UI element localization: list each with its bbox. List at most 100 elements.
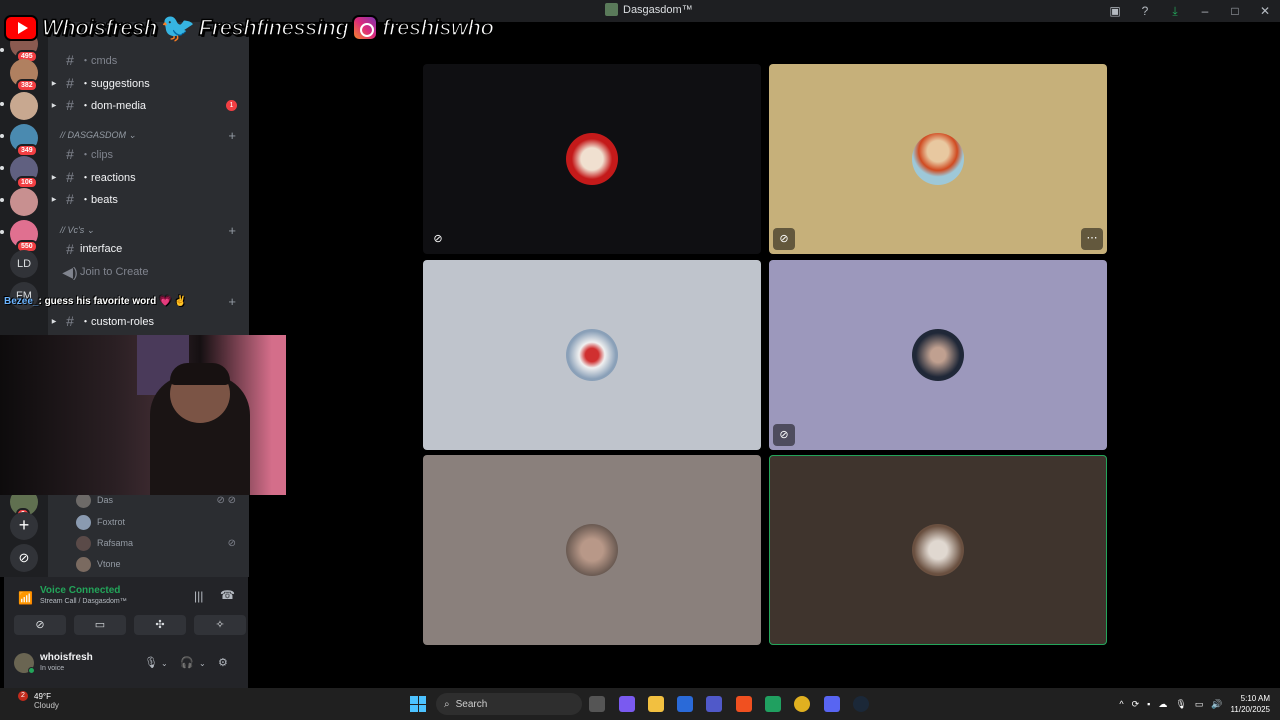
notification-badge: 2	[18, 691, 28, 701]
participant-tile-speaking[interactable]	[769, 455, 1107, 645]
search-icon: ⌕	[444, 698, 450, 710]
youtube-handle: Whoisfresh	[41, 14, 158, 41]
channel-name: interface	[80, 243, 123, 255]
voice-user[interactable]: Vtone	[76, 554, 246, 574]
activities-button[interactable]: ✣	[134, 615, 186, 635]
chevron-up-icon[interactable]: ^	[1119, 699, 1123, 709]
steam-icon[interactable]	[853, 696, 869, 712]
channel-name: Join to Create	[80, 266, 149, 278]
download-icon[interactable]: ⤓	[1160, 4, 1190, 19]
add-channel-icon[interactable]: +	[228, 223, 236, 238]
headphones-icon[interactable]: 🎧	[180, 656, 194, 669]
windows-taskbar: 2 49°F Cloudy ⌕ Search ^ ⟳ ▪ ☁ 🎙 ▭ 🔊 5:1…	[0, 688, 1280, 720]
add-channel-icon[interactable]: +	[228, 128, 236, 143]
channel-cmds[interactable]: # ・cmds	[48, 49, 249, 71]
chrome-icon[interactable]	[794, 696, 810, 712]
participant-tile[interactable]	[423, 260, 761, 450]
chat-username: Bezee_	[4, 296, 39, 307]
close-button[interactable]: ✕	[1250, 4, 1280, 18]
server-icon[interactable]: 382	[10, 59, 38, 92]
screen-share-button[interactable]: ▭	[74, 615, 126, 635]
server-icon[interactable]	[10, 92, 38, 120]
avatar	[76, 514, 91, 530]
inbox-icon[interactable]: ▣	[1100, 4, 1130, 18]
weather-widget[interactable]: 2 49°F Cloudy	[12, 691, 59, 710]
hash-icon: #	[66, 97, 74, 113]
server-badge: 382	[16, 79, 38, 92]
taskbar-search[interactable]: ⌕ Search	[436, 693, 582, 715]
channel-clips[interactable]: # ・clips	[48, 143, 249, 165]
help-icon[interactable]: ?	[1130, 4, 1160, 18]
file-explorer-icon[interactable]	[648, 696, 664, 712]
teams-icon[interactable]	[706, 696, 722, 712]
server-icon[interactable]: 550	[10, 220, 38, 253]
microphone-icon[interactable]: 🎙	[144, 656, 158, 669]
voice-channel-name[interactable]: Stream Call / Dasgasdom™	[40, 598, 127, 605]
participant-avatar	[912, 133, 964, 185]
voice-status[interactable]: Voice Connected	[40, 585, 120, 596]
category-dasgasdom[interactable]: // DASGASDOM ⌄ +	[60, 126, 240, 144]
add-channel-icon[interactable]: +	[228, 294, 236, 309]
discover-compass-icon[interactable]: ⊘	[10, 544, 38, 572]
task-view-icon[interactable]	[589, 696, 605, 712]
server-icon[interactable]: 349	[10, 124, 38, 157]
participant-tile[interactable]	[423, 455, 761, 645]
avatar	[76, 535, 91, 551]
signal-icon[interactable]: 📶	[18, 591, 33, 605]
channel-name: ・custom-roles	[80, 316, 154, 328]
network-icon[interactable]: ▭	[1195, 699, 1204, 710]
server-icon[interactable]	[10, 188, 38, 216]
settings-gear-icon[interactable]: ⚙	[218, 656, 228, 669]
voice-user[interactable]: Rafsama ⊘	[76, 533, 246, 553]
system-tray: ^ ⟳ ▪ ☁ 🎙 ▭ 🔊 5:10 AM 11/20/2025	[1119, 688, 1280, 720]
discord-icon[interactable]	[824, 696, 840, 712]
window-title-text: Dasgasdom™	[623, 3, 693, 16]
participant-tile[interactable]: ⊘	[769, 260, 1107, 450]
participant-tile[interactable]: ⊘	[423, 64, 761, 254]
channel-beats[interactable]: ▶ # ・beats	[48, 188, 249, 210]
channel-custom-roles[interactable]: ▶ # ・custom-roles	[48, 310, 249, 332]
chevron-down-icon[interactable]: ⌄	[199, 659, 206, 668]
clock[interactable]: 5:10 AM 11/20/2025	[1231, 693, 1270, 715]
channel-name: ・suggestions	[80, 78, 150, 90]
soundboard-button[interactable]: ✧	[194, 615, 246, 635]
channel-dom-media[interactable]: ▶ # ・dom-media 1	[48, 94, 249, 116]
voice-user-name: Vtone	[97, 559, 121, 569]
minimize-button[interactable]: –	[1190, 4, 1220, 18]
server-icon[interactable]: 106	[10, 156, 38, 189]
start-button[interactable]	[410, 696, 426, 712]
store-icon[interactable]	[677, 696, 693, 712]
camera-off-button[interactable]: ⊘	[14, 615, 66, 635]
channel-interface[interactable]: # interface	[48, 238, 249, 260]
voice-channel-join-to-create[interactable]: ◀) Join to Create	[48, 261, 249, 283]
server-badge: 349	[16, 144, 38, 157]
microphone-icon[interactable]: 🎙	[1175, 699, 1186, 710]
app-tray-icon[interactable]: ▪	[1147, 699, 1150, 709]
participant-avatar	[912, 524, 964, 576]
hash-icon: #	[66, 52, 74, 68]
unread-indicator: ▶	[51, 196, 57, 203]
unread-indicator: ▶	[51, 102, 57, 109]
brave-icon[interactable]	[736, 696, 752, 712]
server-icon-ld[interactable]: LD	[10, 250, 38, 278]
app-icon[interactable]	[765, 696, 781, 712]
camera-off-icon: ⊘	[433, 233, 443, 245]
more-options-icon[interactable]: ⋯	[1081, 228, 1103, 250]
voice-user[interactable]: Foxtrot	[76, 512, 246, 532]
channel-suggestions[interactable]: ▶ # ・suggestions	[48, 72, 249, 94]
channel-reactions[interactable]: ▶ # ・reactions	[48, 166, 249, 188]
add-server-button[interactable]: +	[10, 512, 38, 540]
cloud-icon[interactable]: ☁	[1158, 699, 1167, 710]
unread-pip	[0, 166, 4, 170]
maximize-button[interactable]: □	[1220, 4, 1250, 18]
chevron-down-icon[interactable]: ⌄	[161, 659, 168, 668]
copilot-icon[interactable]	[619, 696, 635, 712]
participant-tile[interactable]: ⊘ ⋯	[769, 64, 1107, 254]
sync-icon[interactable]: ⟳	[1132, 699, 1140, 710]
stream-social-overlay: Whoisfresh 🐦 Freshfinessing freshiswho_	[4, 12, 506, 44]
category-vcs[interactable]: // Vc's ⌄ +	[60, 221, 240, 239]
volume-icon[interactable]: 🔊	[1211, 699, 1222, 710]
disconnect-icon[interactable]: ☎	[220, 588, 235, 602]
noise-suppression-icon[interactable]: |||	[194, 589, 203, 603]
username[interactable]: whoisfresh	[40, 652, 93, 663]
